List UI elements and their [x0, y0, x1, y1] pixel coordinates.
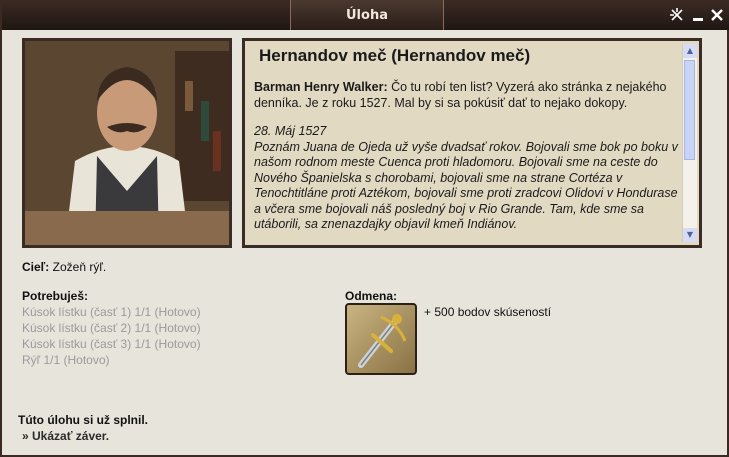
- diary-text: Poznám Juana de Ojeda už vyše dvadsať ro…: [254, 139, 678, 232]
- needs-label: Potrebuješ:: [22, 289, 89, 303]
- npc-dialogue: Barman Henry Walker: Čo tu robí ten list…: [254, 80, 684, 111]
- sword-icon: [358, 314, 407, 368]
- minimize-icon[interactable]: [690, 7, 706, 23]
- need-item: Kúsok lístku (časť 1) 1/1 (Hotovo): [22, 305, 201, 319]
- window-title: Úloha: [290, 0, 444, 30]
- speaker-name: Barman Henry Walker:: [254, 80, 388, 94]
- quest-description[interactable]: Hernandov meč (Hernandov meč) Barman Hen…: [242, 38, 702, 248]
- show-ending-link[interactable]: » Ukázať záver.: [22, 429, 109, 443]
- need-item: Rýľ 1/1 (Hotovo): [22, 353, 110, 367]
- quest-completed-text: Túto úlohu si už splnil.: [18, 413, 148, 427]
- diary-date: 28. Máj 1527: [254, 124, 327, 138]
- need-item: Kúsok lístku (časť 2) 1/1 (Hotovo): [22, 321, 201, 335]
- npc-portrait: [22, 38, 232, 248]
- scroll-thumb[interactable]: [684, 60, 695, 160]
- quest-title: Hernandov meč (Hernandov meč): [259, 46, 531, 65]
- reward-text: + 500 bodov skúseností: [424, 305, 552, 319]
- reward-item[interactable]: [345, 303, 417, 375]
- need-item: Kúsok lístku (časť 3) 1/1 (Hotovo): [22, 337, 201, 351]
- close-icon[interactable]: [709, 7, 725, 23]
- goal-row: Cieľ: Zožeň rýľ.: [22, 260, 106, 274]
- pin-icon[interactable]: [669, 7, 685, 23]
- scrollbar[interactable]: ▲ ▼: [682, 44, 697, 242]
- goal-text: Zožeň rýľ.: [52, 260, 107, 274]
- scroll-down-icon[interactable]: ▼: [683, 228, 697, 242]
- quest-window: Úloha Hernandov meč (Hernandov meč) Barm…: [0, 0, 729, 457]
- title-bar[interactable]: Úloha: [2, 0, 729, 30]
- reward-label: Odmena:: [345, 289, 398, 303]
- goal-label: Cieľ:: [22, 260, 50, 274]
- scroll-up-icon[interactable]: ▲: [683, 44, 697, 58]
